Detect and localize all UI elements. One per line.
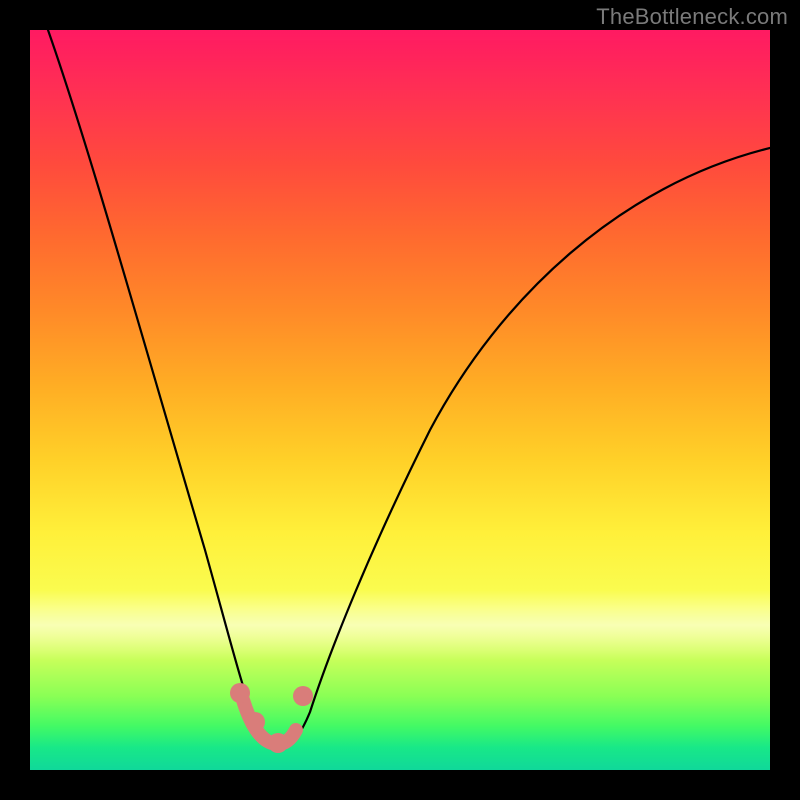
bead-trough-icon bbox=[268, 733, 288, 753]
curve-path bbox=[48, 30, 770, 748]
watermark-text: TheBottleneck.com bbox=[596, 4, 788, 30]
bead-right-icon bbox=[293, 686, 313, 706]
bottleneck-curve bbox=[30, 30, 770, 770]
bead-left-upper-icon bbox=[230, 683, 250, 703]
outer-frame: TheBottleneck.com bbox=[0, 0, 800, 800]
plot-area bbox=[30, 30, 770, 770]
bead-left-lower-icon bbox=[245, 712, 265, 732]
